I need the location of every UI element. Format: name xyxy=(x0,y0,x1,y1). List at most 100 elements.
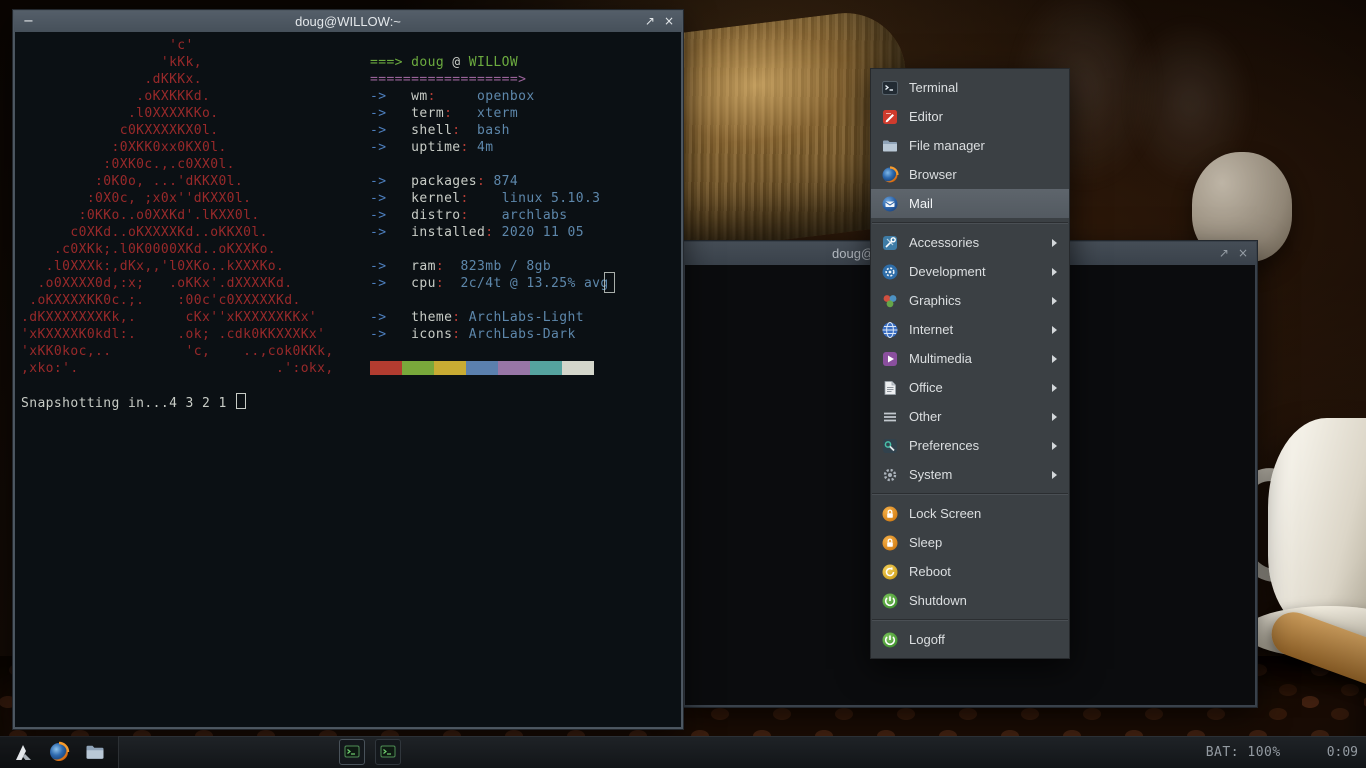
close-button[interactable]: × xyxy=(664,11,674,32)
menu-item-label: Multimedia xyxy=(909,351,972,366)
menu-item-logoff[interactable]: Logoff xyxy=(871,625,1069,654)
window1-titlebar[interactable]: − doug@WILLOW:~ ↗ × xyxy=(14,11,682,32)
window1-title: doug@WILLOW:~ xyxy=(295,14,401,29)
restore-button[interactable]: ↗ xyxy=(1219,242,1229,264)
menu-separator xyxy=(872,222,1068,224)
launcher-area xyxy=(0,736,119,768)
submenu-arrow-icon xyxy=(1052,470,1057,479)
menu-item-label: Shutdown xyxy=(909,593,967,608)
text-cursor xyxy=(235,393,246,409)
menu-item-preferences[interactable]: Preferences xyxy=(871,431,1069,460)
menu-item-other[interactable]: Other xyxy=(871,402,1069,431)
lock-screen-icon xyxy=(881,505,899,523)
menu-item-sleep[interactable]: Sleep xyxy=(871,528,1069,557)
menu-item-browser[interactable]: Browser xyxy=(871,160,1069,189)
taskbar-terminal-2[interactable] xyxy=(375,739,401,765)
reboot-icon xyxy=(881,563,899,581)
menu-item-label: Other xyxy=(909,409,942,424)
firefox-launcher-icon[interactable] xyxy=(48,741,70,763)
menu-item-label: Development xyxy=(909,264,986,279)
development-icon xyxy=(881,263,899,281)
system-icon xyxy=(881,466,899,484)
menu-item-label: System xyxy=(909,467,953,482)
menu-item-label: Internet xyxy=(909,322,954,337)
archlabs-logo-icon[interactable] xyxy=(12,741,34,763)
menu-item-lock-screen[interactable]: Lock Screen xyxy=(871,499,1069,528)
prompt-line: Snapshotting in...4 3 2 1 xyxy=(21,393,246,412)
accessories-icon xyxy=(881,234,899,252)
submenu-arrow-icon xyxy=(1052,412,1057,421)
file-manager-launcher-icon[interactable] xyxy=(84,741,106,763)
preferences-icon xyxy=(881,437,899,455)
editor-icon xyxy=(881,108,899,126)
internet-icon xyxy=(881,321,899,339)
menu-separator xyxy=(872,493,1068,495)
minimize-button[interactable]: − xyxy=(23,11,34,32)
palette-swatch xyxy=(434,361,466,375)
menu-item-label: Graphics xyxy=(909,293,962,308)
menu-item-accessories[interactable]: Accessories xyxy=(871,228,1069,257)
sleep-icon xyxy=(881,534,899,552)
palette-swatch xyxy=(370,361,402,375)
logoff-icon xyxy=(881,631,899,649)
menu-item-label: Preferences xyxy=(909,438,980,453)
palette-swatch xyxy=(562,361,594,375)
menu-item-label: Mail xyxy=(909,196,933,211)
file-manager-icon xyxy=(881,137,899,155)
menu-item-file-manager[interactable]: File manager xyxy=(871,131,1069,160)
restore-button[interactable]: ↗ xyxy=(645,11,655,32)
terminal-icon xyxy=(881,79,899,97)
window-taskbar xyxy=(339,739,401,765)
menu-item-graphics[interactable]: Graphics xyxy=(871,286,1069,315)
menu-item-shutdown[interactable]: Shutdown xyxy=(871,586,1069,615)
menu-item-terminal[interactable]: Terminal xyxy=(871,73,1069,102)
graphics-icon xyxy=(881,292,899,310)
menu-item-reboot[interactable]: Reboot xyxy=(871,557,1069,586)
clock: 0:09 xyxy=(1326,744,1358,760)
menu-item-internet[interactable]: Internet xyxy=(871,315,1069,344)
submenu-arrow-icon xyxy=(1052,325,1057,334)
menu-item-label: Lock Screen xyxy=(909,506,982,521)
other-icon xyxy=(881,408,899,426)
submenu-arrow-icon xyxy=(1052,441,1057,450)
menu-item-label: Office xyxy=(909,380,943,395)
menu-item-development[interactable]: Development xyxy=(871,257,1069,286)
menu-item-label: Reboot xyxy=(909,564,951,579)
window2-title: doug@ xyxy=(832,245,875,261)
menu-item-label: Browser xyxy=(909,167,957,182)
shutdown-icon xyxy=(881,592,899,610)
office-icon xyxy=(881,379,899,397)
battery-status: BAT: 100% xyxy=(1205,744,1281,760)
browser-icon xyxy=(881,165,899,184)
mail-icon xyxy=(881,195,899,213)
taskbar-terminal-1[interactable] xyxy=(339,739,365,765)
menu-item-label: Logoff xyxy=(909,632,945,647)
close-button[interactable]: × xyxy=(1238,242,1248,264)
menu-item-editor[interactable]: Editor xyxy=(871,102,1069,131)
palette-swatch xyxy=(402,361,434,375)
ascii-logo: 'c' 'kKk, .dKKKx. .oKXKKKd. .l0XXXXKKo. … xyxy=(21,38,334,376)
prompt-text: Snapshotting in...4 3 2 1 xyxy=(21,396,235,411)
menu-item-label: File manager xyxy=(909,138,985,153)
menu-item-office[interactable]: Office xyxy=(871,373,1069,402)
menu-item-label: Accessories xyxy=(909,235,980,250)
palette-swatch xyxy=(466,361,498,375)
menu-item-mail[interactable]: Mail xyxy=(871,189,1069,218)
terminal-screen[interactable]: 'c' 'kKk, .dKKKx. .oKXKKKd. .l0XXXXKKo. … xyxy=(15,32,681,727)
submenu-arrow-icon xyxy=(1052,296,1057,305)
root-menu: Terminal Editor File manager Browser Mail Acc… xyxy=(870,68,1070,659)
multimedia-icon xyxy=(881,350,899,368)
menu-item-multimedia[interactable]: Multimedia xyxy=(871,344,1069,373)
submenu-arrow-icon xyxy=(1052,354,1057,363)
submenu-arrow-icon xyxy=(1052,267,1057,276)
fetch-info: ===> doug @ WILLOW ==================> -> … xyxy=(370,55,609,342)
terminal-window-active[interactable]: − doug@WILLOW:~ ↗ × 'c' 'kKk, .dKKKx. .o… xyxy=(13,10,683,729)
menu-item-system[interactable]: System xyxy=(871,460,1069,489)
desktop: doug@ ↗ × − doug@WILLOW:~ ↗ × 'c' 'kKk, xyxy=(0,0,1366,768)
menu-item-label: Editor xyxy=(909,109,943,124)
menu-separator xyxy=(872,619,1068,621)
color-palette xyxy=(370,361,594,375)
palette-swatch xyxy=(530,361,562,375)
submenu-arrow-icon xyxy=(1052,383,1057,392)
hollow-cursor-box xyxy=(604,272,615,293)
